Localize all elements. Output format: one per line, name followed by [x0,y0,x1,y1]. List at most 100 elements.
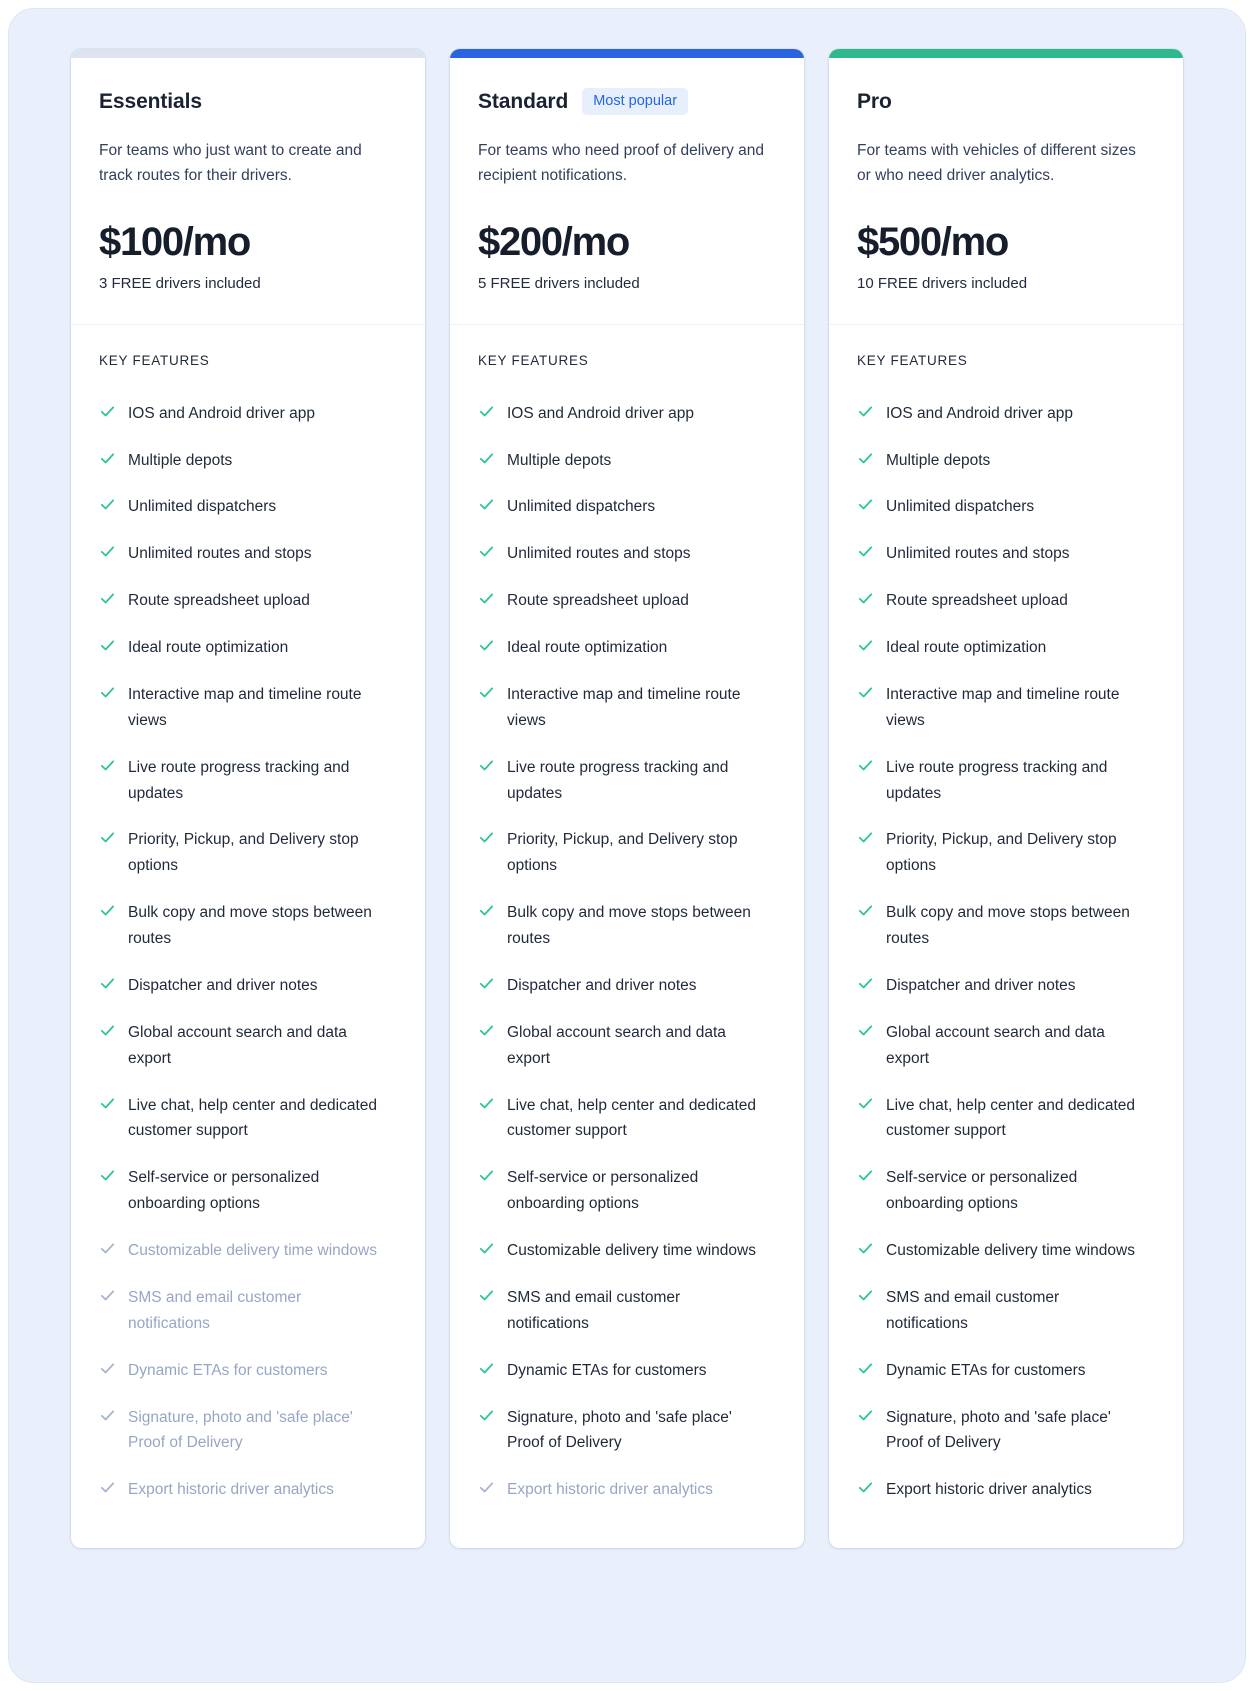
feature-item: Interactive map and timeline route views [99,671,397,744]
feature-label: Route spreadsheet upload [128,592,310,610]
feature-label: Unlimited dispatchers [128,498,277,516]
feature-label: Live chat, help center and dedicated cus… [886,1096,1136,1140]
check-icon [478,496,495,513]
check-icon [857,975,874,992]
check-icon [478,450,495,467]
check-icon [99,1287,116,1304]
check-icon [99,902,116,919]
check-icon [478,975,495,992]
check-icon [857,902,874,919]
feature-label: Dynamic ETAs for customers [128,1361,328,1379]
feature-item: Live route progress tracking and updates [857,744,1155,817]
check-icon [99,1479,116,1496]
feature-item: Customizable delivery time windows [99,1228,397,1275]
check-icon [99,1022,116,1039]
plan-name: Essentials [99,89,202,113]
feature-label: Dynamic ETAs for customers [886,1361,1086,1379]
pricing-card-pro: Pro For teams with vehicles of different … [829,49,1183,1548]
check-icon [478,403,495,420]
pricing-card-standard: Standard Most popular For teams who need p… [450,49,804,1548]
feature-label: Unlimited routes and stops [507,545,691,563]
feature-label: Global account search and data export [128,1023,347,1067]
check-icon [857,684,874,701]
feature-item: Customizable delivery time windows [857,1228,1155,1275]
check-icon [857,1479,874,1496]
feature-label: Customizable delivery time windows [886,1242,1135,1260]
feature-item: Export historic driver analytics [478,1467,776,1514]
feature-label: Dynamic ETAs for customers [507,1361,707,1379]
check-icon [99,590,116,607]
feature-item: Self-service or personalized onboarding … [857,1155,1155,1228]
features-heading: KEY FEATURES [478,353,589,369]
feature-label: Live chat, help center and dedicated cus… [507,1096,757,1140]
feature-item: Dynamic ETAs for customers [478,1347,776,1394]
check-icon [99,496,116,513]
feature-item: Global account search and data export [857,1009,1155,1082]
feature-label: Unlimited dispatchers [886,498,1035,516]
feature-item: Live route progress tracking and updates [99,744,397,817]
feature-item: IOS and Android driver app [478,390,776,437]
check-icon [857,590,874,607]
feature-label: Dispatcher and driver notes [886,976,1076,994]
feature-label: IOS and Android driver app [886,404,1073,422]
feature-label: Unlimited dispatchers [507,498,656,516]
feature-item: Bulk copy and move stops between routes [99,890,397,963]
check-icon [478,902,495,919]
feature-item: Export historic driver analytics [857,1467,1155,1514]
check-icon [478,1479,495,1496]
feature-item: Unlimited routes and stops [478,531,776,578]
feature-item: Multiple depots [99,437,397,484]
feature-label: Export historic driver analytics [128,1481,334,1499]
feature-item: Self-service or personalized onboarding … [478,1155,776,1228]
features-heading: KEY FEATURES [99,353,210,369]
feature-label: Multiple depots [128,451,233,469]
feature-item: Self-service or personalized onboarding … [99,1155,397,1228]
feature-label: Signature, photo and 'safe place' Proof … [128,1408,353,1452]
check-icon [478,1240,495,1257]
feature-item: SMS and email customer notifications [478,1274,776,1347]
feature-label: Customizable delivery time windows [507,1242,756,1260]
feature-item: Signature, photo and 'safe place' Proof … [857,1394,1155,1467]
feature-label: IOS and Android driver app [507,404,694,422]
feature-item: Global account search and data export [478,1009,776,1082]
features-heading: KEY FEATURES [857,353,968,369]
feature-label: Live route progress tracking and updates [886,758,1108,802]
feature-label: Priority, Pickup, and Delivery stop opti… [128,831,359,875]
feature-label: Interactive map and timeline route views [507,685,741,729]
plan-title-row: Pro [857,86,1155,117]
feature-label: Route spreadsheet upload [886,592,1068,610]
plan-price: $200/mo [478,220,630,265]
feature-label: Customizable delivery time windows [128,1242,377,1260]
most-popular-badge: Most popular [582,88,689,115]
feature-item: IOS and Android driver app [99,390,397,437]
check-icon [857,450,874,467]
feature-label: Ideal route optimization [507,639,668,657]
feature-item: Live chat, help center and dedicated cus… [478,1082,776,1155]
feature-item: SMS and email customer notifications [99,1274,397,1347]
feature-label: Unlimited routes and stops [886,545,1070,563]
feature-label: Priority, Pickup, and Delivery stop opti… [507,831,738,875]
card-header: Essentials For teams who just want to cre… [71,58,425,326]
check-icon [478,684,495,701]
check-icon [857,829,874,846]
feature-item: Unlimited routes and stops [857,531,1155,578]
plan-name: Pro [857,89,892,113]
feature-item: Live chat, help center and dedicated cus… [857,1082,1155,1155]
feature-item: Export historic driver analytics [99,1467,397,1514]
check-icon [857,1360,874,1377]
pricing-card-essentials: Essentials For teams who just want to cre… [71,49,425,1548]
plan-title-row: Essentials [99,86,397,117]
feature-label: Bulk copy and move stops between routes [128,904,372,948]
feature-label: Global account search and data export [886,1023,1105,1067]
feature-item: Multiple depots [478,437,776,484]
feature-item: Route spreadsheet upload [99,578,397,625]
feature-item: Signature, photo and 'safe place' Proof … [478,1394,776,1467]
card-accent-bar [71,49,425,58]
feature-label: Self-service or personalized onboarding … [507,1169,699,1213]
check-icon [857,1407,874,1424]
check-icon [99,829,116,846]
check-icon [857,1287,874,1304]
check-icon [478,1360,495,1377]
feature-item: Dispatcher and driver notes [99,962,397,1009]
feature-item: Priority, Pickup, and Delivery stop opti… [478,817,776,890]
